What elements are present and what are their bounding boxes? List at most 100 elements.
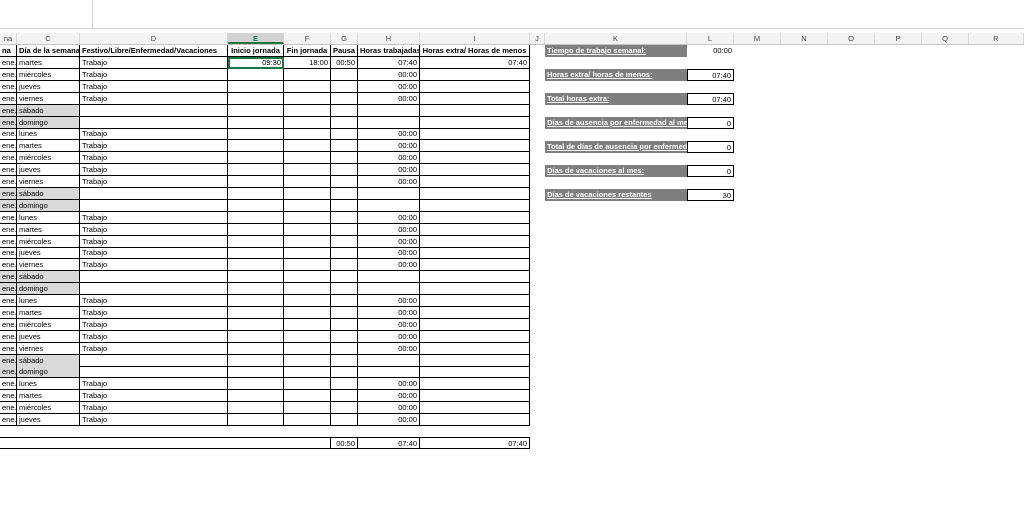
month-cell[interactable]: ene. xyxy=(0,104,17,117)
column-header-o[interactable]: O xyxy=(828,33,875,44)
break-cell[interactable] xyxy=(331,164,358,177)
break-cell[interactable] xyxy=(331,330,358,343)
hours-cell[interactable]: 00:00 xyxy=(358,306,420,319)
type-cell[interactable]: Trabajo xyxy=(80,414,228,426)
header-cell-weekday[interactable]: Día de la semana xyxy=(17,45,80,57)
start-cell[interactable] xyxy=(228,92,284,105)
column-header-f[interactable]: F xyxy=(284,33,331,44)
header-cell-end[interactable]: Fin jornada xyxy=(284,45,331,57)
start-cell[interactable] xyxy=(228,306,284,319)
column-header-k[interactable]: K xyxy=(545,33,687,44)
month-cell[interactable]: ene. xyxy=(0,318,17,331)
hours-cell[interactable] xyxy=(358,271,420,284)
end-cell[interactable] xyxy=(284,318,331,331)
start-cell[interactable] xyxy=(228,211,284,224)
weekday-cell[interactable]: sábado xyxy=(17,354,80,367)
end-cell[interactable] xyxy=(284,247,331,260)
month-cell[interactable]: ene. xyxy=(0,176,17,188)
overtime-cell[interactable] xyxy=(420,211,530,224)
type-cell[interactable]: Trabajo xyxy=(80,318,228,331)
overtime-cell[interactable] xyxy=(420,92,530,105)
weekday-cell[interactable]: domingo xyxy=(17,199,80,212)
break-cell[interactable] xyxy=(331,128,358,141)
weekday-cell[interactable]: martes xyxy=(17,390,80,403)
start-cell[interactable] xyxy=(228,283,284,296)
summary-label-overtime[interactable]: Horas extra/ horas de menos: xyxy=(545,69,687,81)
overtime-cell[interactable] xyxy=(420,342,530,355)
summary-value-vacation-month[interactable]: 0 xyxy=(687,165,734,177)
weekday-cell[interactable]: sábado xyxy=(17,187,80,200)
end-cell[interactable] xyxy=(284,223,331,236)
start-cell[interactable] xyxy=(228,68,284,81)
type-cell[interactable]: Trabajo xyxy=(80,128,228,141)
column-header-h[interactable]: H xyxy=(358,33,420,44)
end-cell[interactable] xyxy=(284,92,331,105)
month-cell[interactable]: ene. xyxy=(0,414,17,426)
break-cell[interactable] xyxy=(331,92,358,105)
start-cell[interactable] xyxy=(228,247,284,260)
hours-cell[interactable]: 00:00 xyxy=(358,92,420,105)
type-cell[interactable]: Trabajo xyxy=(80,295,228,307)
overtime-cell[interactable] xyxy=(420,164,530,177)
overtime-cell[interactable]: 07:40 xyxy=(420,57,530,69)
type-cell[interactable]: Trabajo xyxy=(80,68,228,81)
column-header-g[interactable]: G xyxy=(331,33,358,44)
overtime-cell[interactable] xyxy=(420,140,530,153)
weekday-cell[interactable]: lunes xyxy=(17,295,80,307)
column-header-l[interactable]: L xyxy=(687,33,734,44)
hours-cell[interactable]: 00:00 xyxy=(358,342,420,355)
break-cell[interactable] xyxy=(331,116,358,129)
overtime-cell[interactable] xyxy=(420,283,530,296)
month-cell[interactable]: ene. xyxy=(0,235,17,248)
start-cell[interactable] xyxy=(228,414,284,426)
end-cell[interactable] xyxy=(284,176,331,188)
type-cell[interactable]: Trabajo xyxy=(80,247,228,260)
hours-cell[interactable]: 00:00 xyxy=(358,140,420,153)
overtime-cell[interactable] xyxy=(420,306,530,319)
overtime-cell[interactable] xyxy=(420,378,530,391)
type-cell[interactable]: Trabajo xyxy=(80,164,228,177)
break-cell[interactable] xyxy=(331,223,358,236)
break-cell[interactable] xyxy=(331,104,358,117)
overtime-cell[interactable] xyxy=(420,330,530,343)
overtime-cell[interactable] xyxy=(420,390,530,403)
start-cell[interactable] xyxy=(228,295,284,307)
weekday-cell[interactable]: miércoles xyxy=(17,68,80,81)
hours-cell[interactable]: 00:00 xyxy=(358,295,420,307)
hours-cell[interactable]: 00:00 xyxy=(358,247,420,260)
start-cell[interactable] xyxy=(228,164,284,177)
start-cell[interactable] xyxy=(228,318,284,331)
month-cell[interactable]: ene. xyxy=(0,80,17,93)
overtime-cell[interactable] xyxy=(420,199,530,212)
month-cell[interactable]: ene. xyxy=(0,295,17,307)
summary-value-overtime[interactable]: 07:40 xyxy=(687,69,734,81)
end-cell[interactable] xyxy=(284,271,331,284)
month-cell[interactable]: ene. xyxy=(0,306,17,319)
hours-cell[interactable]: 00:00 xyxy=(358,80,420,93)
type-cell[interactable]: Trabajo xyxy=(80,80,228,93)
weekday-cell[interactable]: viernes xyxy=(17,92,80,105)
start-cell[interactable] xyxy=(228,235,284,248)
month-cell[interactable]: ene. xyxy=(0,366,17,379)
type-cell[interactable] xyxy=(80,283,228,296)
total-break[interactable]: 00:50 xyxy=(331,437,358,449)
end-cell[interactable] xyxy=(284,402,331,415)
break-cell[interactable] xyxy=(331,271,358,284)
month-cell[interactable]: ene. xyxy=(0,342,17,355)
break-cell[interactable]: 00:50 xyxy=(331,57,358,69)
weekday-cell[interactable]: viernes xyxy=(17,176,80,188)
start-cell[interactable] xyxy=(228,402,284,415)
end-cell[interactable] xyxy=(284,283,331,296)
month-cell[interactable]: ene. xyxy=(0,271,17,284)
end-cell[interactable]: 18:00 xyxy=(284,57,331,69)
weekday-cell[interactable]: lunes xyxy=(17,128,80,141)
summary-label-vacation-remaining[interactable]: Días de vacaciones restantes xyxy=(545,189,687,201)
type-cell[interactable]: Trabajo xyxy=(80,92,228,105)
type-cell[interactable]: Trabajo xyxy=(80,378,228,391)
break-cell[interactable] xyxy=(331,354,358,367)
break-cell[interactable] xyxy=(331,378,358,391)
overtime-cell[interactable] xyxy=(420,295,530,307)
end-cell[interactable] xyxy=(284,104,331,117)
month-cell[interactable]: ene. xyxy=(0,354,17,367)
type-cell[interactable]: Trabajo xyxy=(80,211,228,224)
